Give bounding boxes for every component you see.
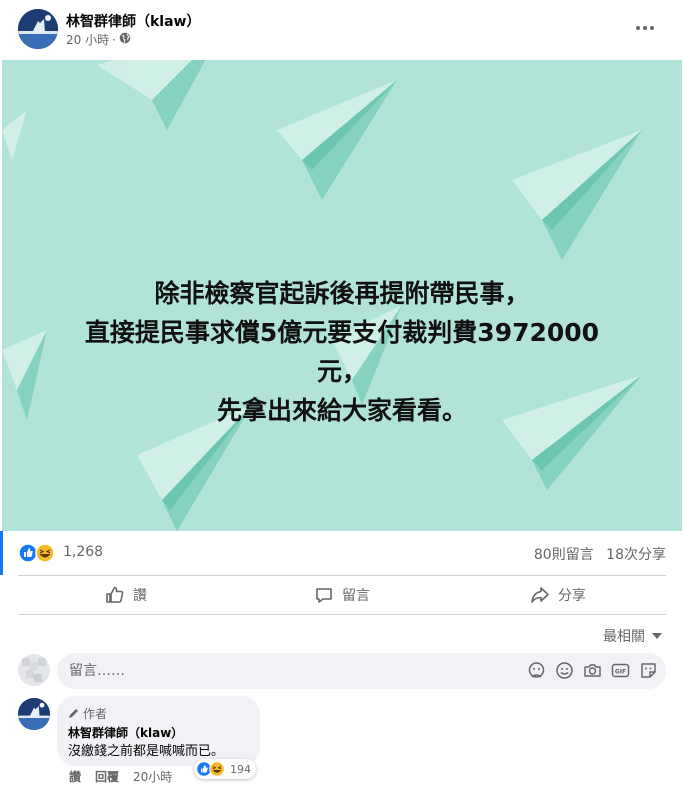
more-dots-icon[interactable]	[631, 14, 659, 42]
comment-input[interactable]	[69, 653, 489, 689]
emoji-icon[interactable]	[555, 661, 574, 680]
card-line: 除非檢察官起訴後再提附帶民事，	[154, 279, 530, 308]
comment-actions: 讚 回覆 20小時	[69, 768, 172, 785]
post-actions: 讚 留言 分享	[18, 578, 666, 612]
caret-down-icon	[652, 633, 662, 639]
thumbs-up-icon	[106, 586, 124, 603]
camera-icon[interactable]	[583, 661, 602, 680]
card-line: 先拿出來給大家看看。	[216, 396, 467, 425]
post-header: 林智群律師（klaw） 20 小時 ·	[0, 0, 683, 60]
comment-icon	[316, 588, 332, 603]
share-count[interactable]: 18次分享	[606, 547, 666, 563]
commenter-name[interactable]: 林智群律師（klaw）	[68, 724, 183, 741]
card-text: 除非檢察官起訴後再提附帶民事， 直接提民事求償5億元要支付裁判費3972000 …	[2, 274, 682, 430]
comment-sort-dropdown[interactable]: 最相關	[603, 626, 663, 646]
avatar-sticker-icon[interactable]	[527, 661, 546, 680]
divider	[18, 614, 666, 615]
commenter-avatar[interactable]	[18, 698, 50, 730]
author-badge: 作者	[68, 705, 107, 722]
comment-label: 留言	[342, 588, 370, 604]
globe-icon[interactable]	[119, 32, 131, 47]
composer-tools: GIF	[527, 661, 658, 680]
divider	[18, 575, 666, 576]
comment-count[interactable]: 80則留言	[534, 547, 594, 563]
comment-like-link[interactable]: 讚	[69, 768, 81, 785]
pen-icon	[69, 709, 78, 718]
like-button[interactable]: 讚	[18, 578, 234, 612]
sort-label: 最相關	[603, 629, 645, 645]
author-badge-label: 作者	[83, 707, 108, 721]
comment-composer: GIF	[57, 653, 666, 689]
comment-reaction-count: 194	[230, 762, 251, 776]
facebook-post: 林智群律師（klaw） 20 小時 · 除非檢察官起訴後再提附帶民事， 直接提民…	[0, 0, 683, 788]
card-line: 直接提民事求償5億元要支付裁判費3972000	[84, 318, 600, 347]
like-label: 讚	[133, 588, 147, 604]
comment-button[interactable]: 留言	[234, 578, 450, 612]
comment-time[interactable]: 20小時	[133, 768, 172, 785]
post-stats: 1,268 80則留言 18次分享	[18, 541, 666, 565]
card-line: 元，	[316, 357, 367, 386]
author-name[interactable]: 林智群律師（klaw）	[66, 11, 201, 31]
sticker-icon[interactable]	[639, 661, 658, 680]
focus-indicator	[0, 531, 3, 575]
haha-reaction-icon	[35, 543, 55, 563]
post-time[interactable]: 20 小時	[66, 31, 109, 48]
share-button[interactable]: 分享	[450, 578, 666, 612]
comment-reactions[interactable]: 194	[194, 759, 256, 779]
share-label: 分享	[558, 588, 586, 604]
author-avatar[interactable]	[18, 9, 58, 49]
haha-reaction-icon	[209, 761, 225, 777]
svg-text:GIF: GIF	[615, 669, 626, 676]
reaction-count[interactable]: 1,268	[63, 544, 103, 560]
current-user-avatar[interactable]	[18, 654, 50, 686]
comment-bubble: 作者 林智群律師（klaw） 沒繳錢之前都是喊喊而已。	[57, 696, 260, 766]
meta-separator: ·	[112, 32, 116, 47]
comment-text: 沒繳錢之前都是喊喊而已。	[68, 744, 225, 759]
gif-icon[interactable]: GIF	[611, 661, 630, 680]
post-counts: 80則留言 18次分享	[526, 544, 666, 564]
post-meta: 20 小時 ·	[66, 31, 131, 48]
reaction-icons[interactable]	[18, 543, 58, 563]
comment-reply-link[interactable]: 回覆	[95, 768, 119, 785]
share-icon	[531, 587, 549, 603]
post-image-card[interactable]: 除非檢察官起訴後再提附帶民事， 直接提民事求償5億元要支付裁判費3972000 …	[2, 60, 682, 531]
